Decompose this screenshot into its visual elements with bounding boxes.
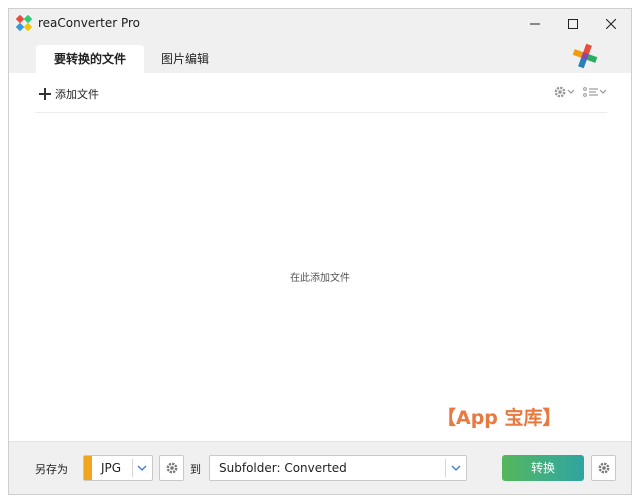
files-toolbar: 添加文件 — [35, 73, 607, 113]
gear-icon — [166, 462, 177, 474]
format-color-strip — [84, 456, 92, 480]
gear-icon — [554, 86, 566, 98]
minimize-icon — [530, 23, 540, 25]
app-title: reaConverter Pro — [38, 16, 141, 30]
format-settings-button[interactable] — [159, 455, 184, 481]
maximize-button[interactable] — [555, 9, 591, 39]
app-logo-icon — [16, 15, 32, 31]
convert-settings-button[interactable] — [591, 455, 616, 481]
add-files-button[interactable]: 添加文件 — [39, 86, 99, 102]
maximize-icon — [568, 19, 578, 29]
list-view-icon — [583, 87, 598, 97]
app-window: reaConverter Pro 要转换的文件 图片编辑 添加文件 在此添加文件… — [8, 8, 632, 495]
bottom-bar: 另存为 JPG 到 Subfolder: Converted 转换 — [9, 441, 631, 494]
add-files-label: 添加文件 — [55, 88, 99, 101]
save-as-label: 另存为 — [35, 463, 68, 476]
settings-menu-button[interactable] — [553, 85, 575, 99]
plus-icon — [39, 88, 51, 100]
drop-zone-hint: 在此添加文件 — [290, 273, 350, 284]
tab-bar: 要转换的文件 图片编辑 — [9, 39, 631, 73]
output-format-select[interactable]: JPG — [83, 455, 153, 481]
destination-select[interactable]: Subfolder: Converted — [209, 455, 467, 481]
close-button[interactable] — [593, 9, 629, 39]
convert-button[interactable]: 转换 — [502, 455, 584, 481]
tab-image-editing[interactable]: 图片编辑 — [155, 45, 215, 73]
view-controls — [553, 85, 607, 99]
output-format-value: JPG — [101, 461, 122, 475]
destination-divider — [445, 459, 446, 477]
chevron-down-icon — [137, 465, 147, 471]
tab-files-to-convert[interactable]: 要转换的文件 — [36, 45, 144, 73]
chevron-down-icon — [599, 89, 607, 94]
gear-icon — [598, 462, 609, 474]
watermark: 【App 宝库】 — [437, 407, 562, 429]
title-bar: reaConverter Pro — [9, 9, 631, 39]
minimize-button[interactable] — [517, 9, 553, 39]
brand-logo-icon[interactable] — [571, 42, 599, 70]
chevron-down-icon — [451, 465, 461, 471]
format-divider — [132, 459, 133, 477]
close-icon — [606, 19, 616, 29]
view-mode-button[interactable] — [583, 86, 607, 98]
chevron-down-icon — [567, 89, 575, 94]
to-label: 到 — [190, 463, 201, 476]
destination-value: Subfolder: Converted — [219, 461, 347, 475]
